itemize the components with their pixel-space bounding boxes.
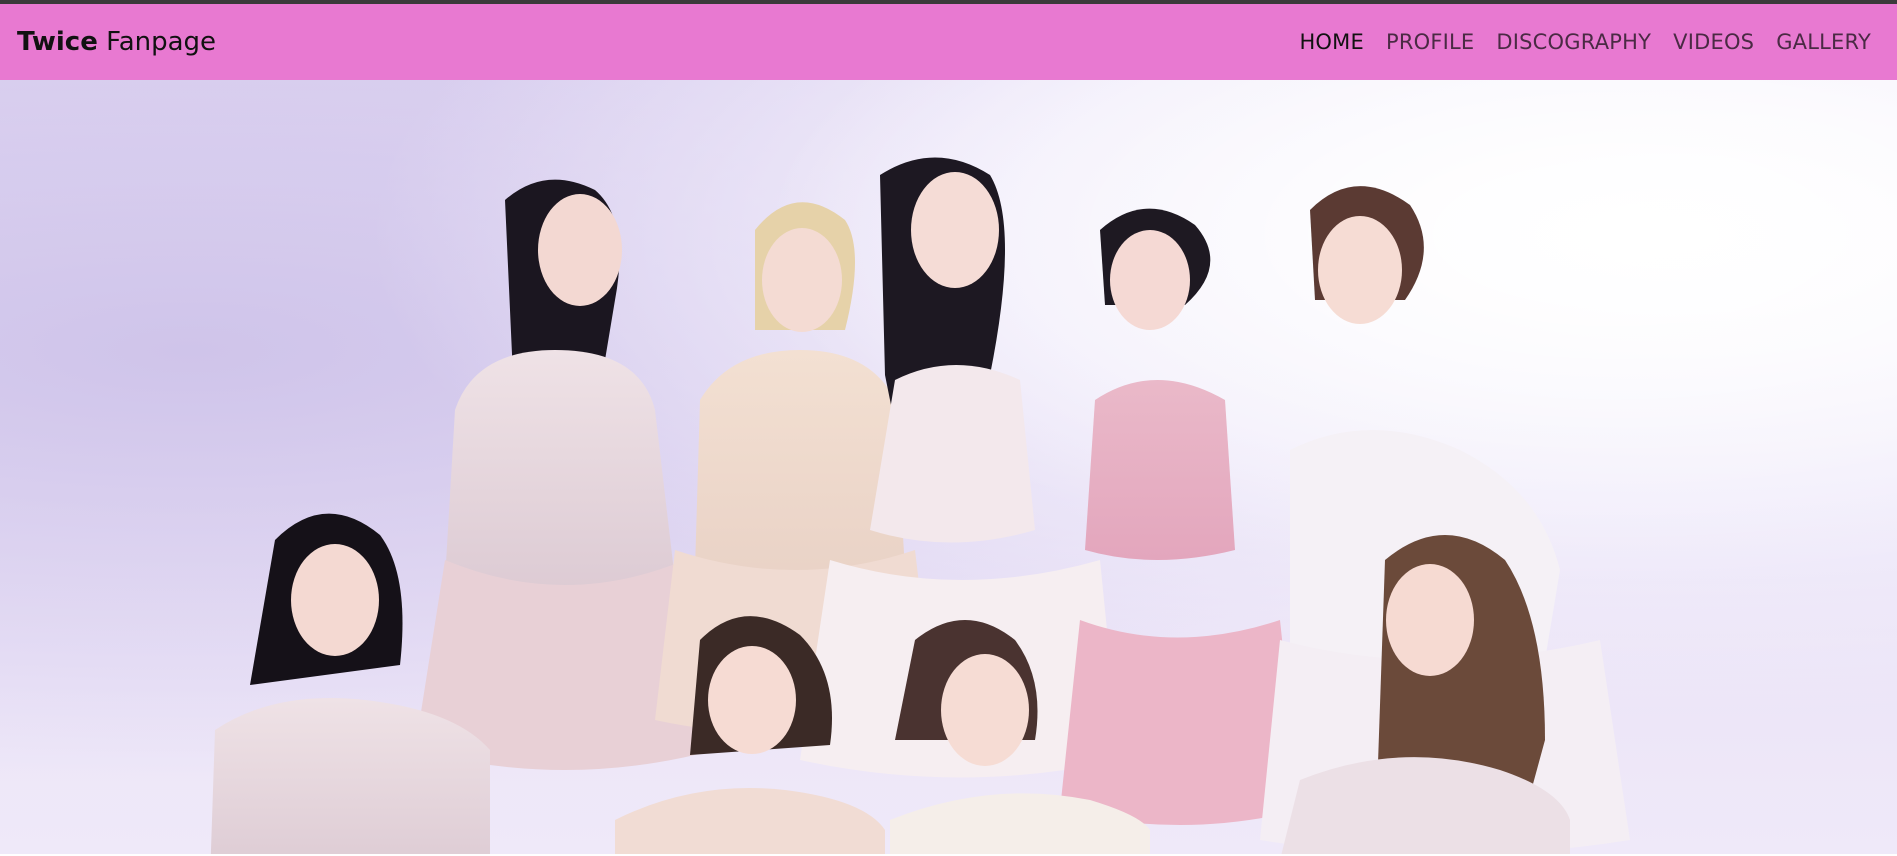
brand-name: Twice	[17, 27, 98, 57]
nav-link-profile[interactable]: PROFILE	[1386, 30, 1474, 54]
nav-link-discography[interactable]: DISCOGRAPHY	[1496, 30, 1651, 54]
hero-group-photo	[0, 80, 1897, 854]
nav-menu: HOME PROFILE DISCOGRAPHY VIDEOS GALLERY	[1299, 30, 1871, 54]
nav-link-videos[interactable]: VIDEOS	[1673, 30, 1754, 54]
brand-suffix: Fanpage	[106, 27, 217, 57]
hero-image	[0, 80, 1897, 854]
nav-link-home[interactable]: HOME	[1299, 30, 1364, 54]
brand-logo[interactable]: Twice Fanpage	[17, 27, 216, 57]
nav-link-gallery[interactable]: GALLERY	[1776, 30, 1871, 54]
navbar: Twice Fanpage HOME PROFILE DISCOGRAPHY V…	[0, 4, 1897, 80]
